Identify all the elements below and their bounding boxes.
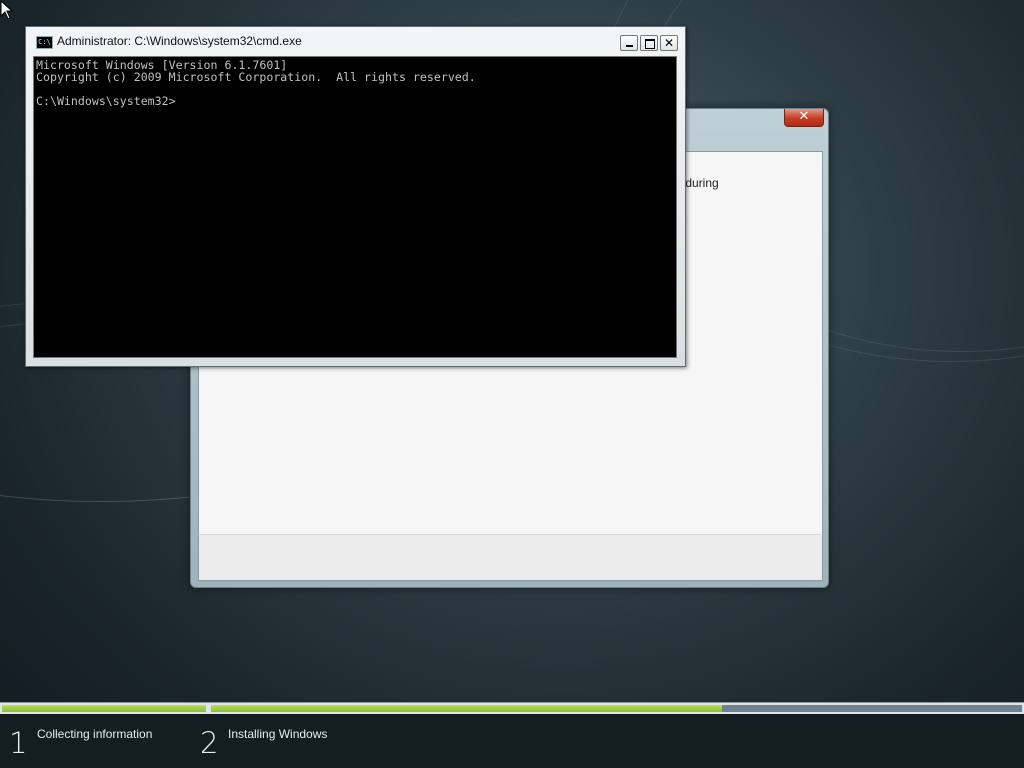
desktop-background: ✕ s during C:\ Administrator: C:\Windows… (0, 0, 1024, 768)
cmd-window: C:\ Administrator: C:\Windows\system32\c… (25, 26, 686, 367)
cmd-titlebar[interactable]: C:\ Administrator: C:\Windows\system32\c… (30, 31, 678, 51)
cmd-window-title: Administrator: C:\Windows\system32\cmd.e… (57, 34, 302, 48)
setup-progress-strip (0, 702, 1024, 768)
progress-track (0, 702, 1024, 714)
arrow-pointer-icon (0, 0, 14, 20)
minimize-button[interactable] (620, 35, 638, 51)
step-1-number: 1 (9, 726, 28, 760)
step-2-label: Installing Windows (228, 727, 328, 741)
setup-footer (198, 534, 823, 581)
close-icon: ✕ (798, 109, 810, 124)
step-1-label: Collecting information (37, 727, 153, 741)
step-2-progress-fill (211, 705, 722, 712)
step-2-number: 2 (200, 726, 219, 760)
close-icon: ✕ (663, 36, 675, 50)
step-1-progress-bar (2, 705, 206, 712)
console-output: Microsoft Windows [Version 6.1.7601] Cop… (36, 58, 476, 108)
cmd-app-icon[interactable]: C:\ (36, 36, 53, 49)
maximize-button[interactable] (640, 35, 658, 51)
step-1-progress-fill (2, 705, 206, 712)
close-button[interactable]: ✕ (660, 35, 678, 51)
cmd-console-area[interactable]: Microsoft Windows [Version 6.1.7601] Cop… (33, 56, 677, 358)
setup-close-button[interactable]: ✕ (784, 109, 824, 127)
step-2-progress-bar (211, 705, 1022, 712)
